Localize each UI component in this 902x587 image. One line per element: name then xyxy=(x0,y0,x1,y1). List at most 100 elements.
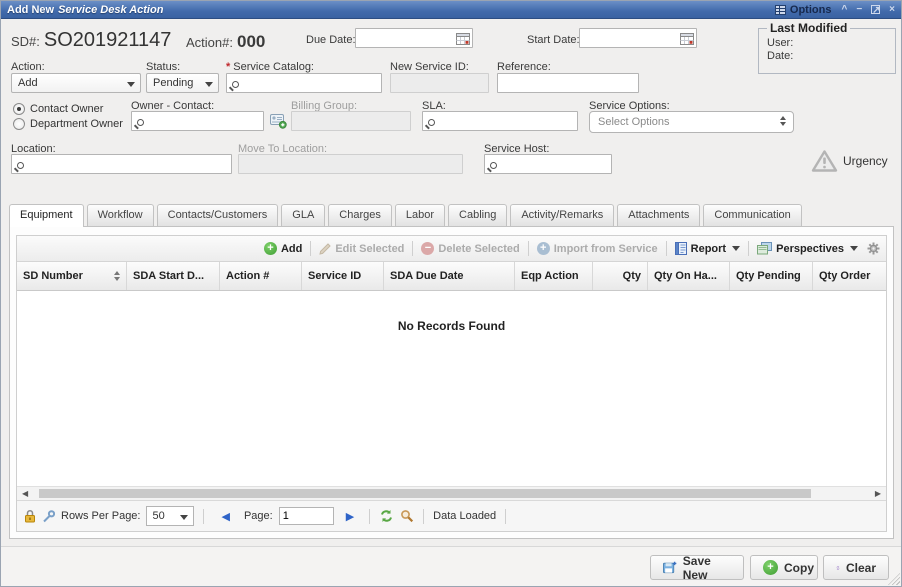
scrollbar-thumb[interactable] xyxy=(39,489,811,498)
radio-icon xyxy=(13,118,25,130)
reference-label: Reference: xyxy=(497,61,551,73)
column-header-sda-start-date[interactable]: SDA Start D... xyxy=(127,262,220,290)
column-header-qty[interactable]: Qty xyxy=(593,262,648,290)
tab-charges[interactable]: Charges xyxy=(328,204,392,226)
calendar-icon[interactable] xyxy=(456,32,470,45)
column-header-label: Qty On Ha... xyxy=(654,262,717,290)
clear-button[interactable]: Clear xyxy=(823,555,889,580)
calendar-icon[interactable] xyxy=(680,32,694,45)
column-header-label: Qty xyxy=(623,262,641,290)
required-asterisk: * xyxy=(226,61,230,73)
tab-workflow[interactable]: Workflow xyxy=(87,204,154,226)
pager-divider xyxy=(369,509,370,524)
action-number-group: Action#:000 xyxy=(186,32,265,52)
start-date-label: Start Date: xyxy=(527,34,580,46)
perspectives-icon xyxy=(757,242,772,255)
wrench-icon[interactable] xyxy=(42,510,55,523)
tab-attachments[interactable]: Attachments xyxy=(617,204,700,226)
previous-page-icon[interactable]: ◀ xyxy=(221,510,229,523)
move-to-location-field xyxy=(238,154,463,174)
service-options-combo[interactable]: Select Options xyxy=(589,111,794,133)
copy-button[interactable]: + Copy xyxy=(750,555,818,580)
import-from-service-label: Import from Service xyxy=(554,243,658,255)
no-records-message: No Records Found xyxy=(17,319,886,333)
last-modified-box: Last Modified User: Date: xyxy=(758,21,896,74)
delete-selected-label: Delete Selected xyxy=(438,243,519,255)
grid-body: No Records Found xyxy=(17,291,886,486)
status-select-value: Pending xyxy=(153,77,193,89)
add-contact-icon[interactable] xyxy=(270,113,287,129)
options-button[interactable]: Options xyxy=(775,4,832,16)
reference-field[interactable] xyxy=(497,73,639,93)
perspectives-label: Perspectives xyxy=(776,243,844,255)
column-header-qty-pending[interactable]: Qty Pending xyxy=(730,262,813,290)
search-grid-icon[interactable] xyxy=(400,509,414,523)
chevron-down-icon xyxy=(127,82,135,87)
pager-divider xyxy=(203,509,204,524)
tab-gla[interactable]: GLA xyxy=(281,204,325,226)
delete-selected-button[interactable]: − Delete Selected xyxy=(421,242,519,255)
copy-label: Copy xyxy=(784,561,814,575)
tab-contacts-customers[interactable]: Contacts/Customers xyxy=(157,204,279,226)
service-catalog-lookup[interactable] xyxy=(226,73,382,93)
urgency-indicator[interactable]: Urgency xyxy=(811,149,888,173)
column-header-eqp-action[interactable]: Eqp Action xyxy=(515,262,593,290)
tab-equipment[interactable]: Equipment xyxy=(9,204,84,227)
owner-contact-lookup[interactable] xyxy=(131,111,264,131)
column-header-label: Service ID xyxy=(308,262,361,290)
minimize-icon[interactable]: − xyxy=(856,5,862,15)
resize-grip[interactable] xyxy=(888,573,900,585)
contact-owner-radio[interactable]: Contact Owner xyxy=(13,103,103,115)
service-options-value: Select Options xyxy=(598,116,670,128)
column-header-action-number[interactable]: Action # xyxy=(220,262,302,290)
import-from-service-button[interactable]: + Import from Service xyxy=(537,242,658,255)
column-header-qty-on-hand[interactable]: Qty On Ha... xyxy=(648,262,730,290)
edit-selected-button[interactable]: Edit Selected xyxy=(319,243,404,255)
chevron-down-icon xyxy=(205,82,213,87)
page-number-input[interactable] xyxy=(279,507,334,525)
service-host-lookup[interactable] xyxy=(484,154,612,174)
location-lookup[interactable] xyxy=(11,154,232,174)
action-select[interactable]: Add xyxy=(11,73,141,93)
gear-icon[interactable] xyxy=(867,242,880,255)
horizontal-scrollbar[interactable]: ◀ ▶ xyxy=(17,486,886,500)
close-icon[interactable]: × xyxy=(889,5,895,15)
popout-icon[interactable]: ↗ xyxy=(871,5,880,14)
next-page-icon[interactable]: ▶ xyxy=(346,510,354,523)
scroll-left-icon[interactable]: ◀ xyxy=(22,490,28,498)
perspectives-menu-button[interactable]: Perspectives xyxy=(757,242,858,255)
report-menu-button[interactable]: Report xyxy=(675,242,740,255)
start-date-field[interactable] xyxy=(579,28,697,48)
save-new-label: Save New xyxy=(683,554,731,582)
status-select[interactable]: Pending xyxy=(146,73,219,93)
department-owner-radio[interactable]: Department Owner xyxy=(13,118,123,130)
lock-icon[interactable] xyxy=(24,509,36,523)
column-header-qty-ordered[interactable]: Qty Order xyxy=(813,262,886,290)
scroll-right-icon[interactable]: ▶ xyxy=(875,490,881,498)
grid-header-row: SD Number SDA Start D... Action # Servic… xyxy=(17,262,886,291)
save-new-button[interactable]: Save New xyxy=(650,555,744,580)
column-header-service-id[interactable]: Service ID xyxy=(302,262,384,290)
equipment-grid: + Add Edit Selected − Delete Selected + … xyxy=(16,235,887,532)
last-modified-legend: Last Modified xyxy=(767,21,850,35)
rows-per-page-select[interactable]: 50 xyxy=(146,506,194,526)
add-button[interactable]: + Add xyxy=(264,242,302,255)
clear-label: Clear xyxy=(846,561,876,575)
tab-cabling[interactable]: Cabling xyxy=(448,204,507,226)
options-label: Options xyxy=(790,4,832,16)
column-header-sd-number[interactable]: SD Number xyxy=(17,262,127,290)
pencil-icon xyxy=(319,243,331,255)
add-button-label: Add xyxy=(281,243,302,255)
options-grid-icon xyxy=(775,5,786,15)
tab-communication[interactable]: Communication xyxy=(703,204,801,226)
collapse-icon[interactable]: ^ xyxy=(841,5,847,15)
tab-activity-remarks[interactable]: Activity/Remarks xyxy=(510,204,614,226)
sla-lookup[interactable] xyxy=(422,111,578,131)
tab-labor[interactable]: Labor xyxy=(395,204,445,226)
window-title: Add NewService Desk Action xyxy=(7,4,163,16)
due-date-field[interactable] xyxy=(355,28,473,48)
refresh-icon[interactable] xyxy=(379,509,394,523)
status-label: Status: xyxy=(146,61,180,73)
chevron-down-icon xyxy=(180,515,188,520)
column-header-sda-due-date[interactable]: SDA Due Date xyxy=(384,262,515,290)
